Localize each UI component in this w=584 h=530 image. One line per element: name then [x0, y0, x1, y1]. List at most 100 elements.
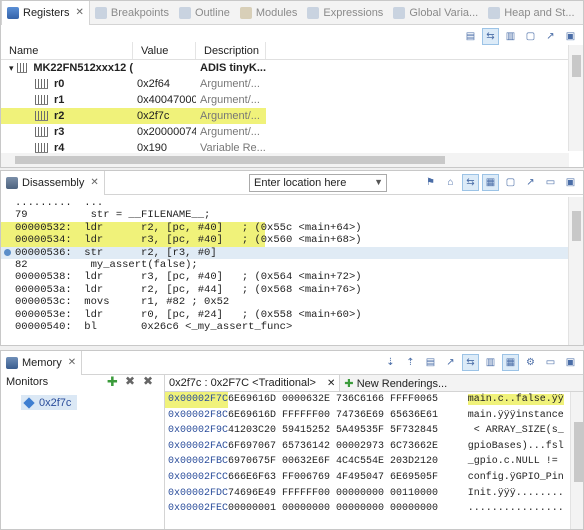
memory-row: 0x00002FBC 6970675F 00632E6F 4C4C554E 20… [168, 456, 564, 468]
tab-registers[interactable]: Registers ✕ [1, 1, 90, 25]
add-icon: ✚ [344, 378, 354, 390]
remove-all-icon[interactable]: ✖ [143, 374, 153, 388]
source-line: 82 my_assert(false); [15, 258, 198, 271]
monitors-pane: Monitors ✚ ✖ ✖ 0x2f7c [1, 374, 163, 529]
columns-icon[interactable]: ▥ [502, 28, 519, 45]
new-tab-icon[interactable]: ▤ [422, 354, 439, 371]
memory-vscrollbar[interactable] [570, 392, 583, 529]
global-variables-icon [393, 6, 406, 19]
scroll-thumb[interactable] [572, 55, 581, 77]
new-view-icon[interactable]: ▢ [502, 174, 519, 191]
memory-toolbar: ⇣ ⇡ ▤ ↗ ⇆ ▥ ▦ ⚙ ▭ ▣ [382, 354, 579, 371]
tab-rendering-traditional[interactable]: 0x2f7c : 0x2F7C <Traditional> ✕ [165, 375, 341, 391]
new-view-icon[interactable]: ▢ [522, 28, 539, 45]
disassembly-vscrollbar[interactable] [568, 197, 583, 345]
chevron-down-icon[interactable]: ▼ [374, 177, 383, 187]
register-row-root[interactable]: ▾ MK22FN512xxx12 ( ADIS tinyK... [1, 60, 583, 76]
tab-global-variables[interactable]: Global Varia... [388, 1, 483, 25]
link-icon[interactable]: ⚑ [422, 174, 439, 191]
modules-icon [239, 6, 252, 19]
close-icon[interactable]: ✕ [327, 378, 335, 389]
collapse-chevron-icon[interactable]: ▾ [9, 63, 14, 74]
minimize-icon[interactable]: ▭ [542, 174, 559, 191]
memory-grid[interactable]: 0x00002F7C 6E69616D 0000632E 736C6166 FF… [165, 392, 569, 517]
tab-expressions[interactable]: Expressions [302, 1, 388, 25]
expressions-icon [307, 6, 320, 19]
scroll-thumb[interactable] [574, 422, 583, 482]
close-icon[interactable]: ✕ [68, 357, 76, 368]
maximize-icon[interactable]: ▣ [562, 174, 579, 191]
current-instruction-line: 00000536: str r2, [r3, #0] [1, 246, 569, 259]
register-icon [35, 79, 48, 89]
disassembly-line: 00000540: bl 0x26c6 <_my_assert_func> [15, 320, 293, 333]
memory-row: 0x00002F9C 41203C20 59415252 5A49535F 5F… [168, 425, 564, 437]
disassembly-line: 0000053c: movs r1, #82 ; 0x52 [15, 296, 230, 309]
disassembly-toolbar: ⚑ ⌂ ⇆ ▦ ▢ ↗ ▭ ▣ [422, 174, 579, 191]
outline-icon [178, 6, 191, 19]
register-row-r0[interactable]: r0 0x2f64 Argument/... [1, 76, 583, 92]
monitors-label: Monitors [6, 376, 49, 388]
registers-tabbar: Registers ✕ Breakpoints Outline Modules … [1, 1, 583, 25]
registers-toolbar: ▤ ⇆ ▥ ▢ ↗ ▣ [462, 28, 579, 45]
pin-icon[interactable]: ↗ [522, 174, 539, 191]
tab-memory[interactable]: Memory ✕ [1, 351, 83, 375]
register-row-r3[interactable]: r3 0x20000074 Argument/... [1, 124, 583, 140]
register-row-r2[interactable]: r2 0x2f7c Argument/... [1, 108, 266, 124]
tab-heap-stack[interactable]: Heap and St... [483, 1, 579, 25]
tab-outline[interactable]: Outline [174, 1, 235, 25]
tab-new-renderings[interactable]: ✚ New Renderings... [340, 375, 451, 391]
menu-icon[interactable]: ⚙ [522, 354, 539, 371]
disassembly-line: 0000053a: ldr r2, [pc, #44] ; (0x568 <ma… [15, 283, 362, 296]
tab-modules[interactable]: Modules [235, 1, 303, 25]
registers-hscrollbar[interactable] [1, 153, 569, 167]
renderings-tabbar: 0x2f7c : 0x2F7C <Traditional> ✕ ✚ New Re… [165, 375, 583, 392]
link-icon[interactable]: ⇆ [462, 354, 479, 371]
disassembly-line: 00000538: ldr r3, [pc, #40] ; (0x564 <ma… [15, 271, 362, 284]
maximize-icon[interactable]: ▣ [562, 28, 579, 45]
maximize-icon[interactable]: ▣ [562, 354, 579, 371]
scroll-thumb[interactable] [572, 211, 581, 241]
pin-icon[interactable]: ↗ [442, 354, 459, 371]
column-value[interactable]: Value [133, 42, 196, 59]
register-group-icon [16, 63, 28, 73]
collapse-icon[interactable]: ▤ [462, 28, 479, 45]
memory-row: 0x00002FAC 6F697067 65736142 00002973 6C… [168, 440, 564, 452]
memory-row: 0x00002FDC 74696E49 FFFFFF00 00000000 00… [168, 487, 564, 499]
toggle-split-icon[interactable]: ▦ [502, 354, 519, 371]
renderings-pane: 0x2f7c : 0x2F7C <Traditional> ✕ ✚ New Re… [164, 375, 583, 529]
column-name[interactable]: Name [1, 42, 133, 59]
import-icon[interactable]: ⇣ [382, 354, 399, 371]
register-icon [35, 127, 48, 137]
close-icon[interactable]: ✕ [90, 177, 98, 188]
scroll-thumb[interactable] [15, 156, 445, 164]
disassembly-line: ......... ... [15, 197, 104, 209]
pin-icon[interactable]: ↗ [542, 28, 559, 45]
registers-icon [7, 6, 19, 19]
source-line: 79 str = __FILENAME__; [15, 209, 211, 222]
minimize-icon[interactable]: ▭ [542, 354, 559, 371]
columns-icon[interactable]: ▥ [482, 354, 499, 371]
registers-panel: Registers ✕ Breakpoints Outline Modules … [0, 0, 584, 168]
location-input[interactable]: Enter location here ▼ [249, 174, 387, 192]
export-icon[interactable]: ⇡ [402, 354, 419, 371]
registers-vscrollbar[interactable] [568, 45, 583, 151]
tab-breakpoints[interactable]: Breakpoints [90, 1, 174, 25]
disassembly-code[interactable]: ......... ... 79 str = __FILENAME__; 000… [1, 197, 569, 333]
disassembly-line: 0000053e: ldr r0, [pc, #24] ; (0x558 <ma… [15, 308, 362, 321]
memory-panel: Memory ✕ ⇣ ⇡ ▤ ↗ ⇆ ▥ ▦ ⚙ ▭ ▣ Monitors ✚ … [0, 350, 584, 530]
close-icon[interactable]: ✕ [75, 7, 83, 18]
disassembly-line: 00000534: ldr r3, [pc, #40] ; (0x560 <ma… [1, 234, 362, 247]
disassembly-icon [6, 176, 18, 189]
source-icon[interactable]: ▦ [482, 174, 499, 191]
monitor-item[interactable]: 0x2f7c [21, 395, 77, 410]
column-description[interactable]: Description [196, 42, 266, 59]
add-monitor-icon[interactable]: ✚ [107, 374, 118, 390]
memory-row: 0x00002FEC 00000001 00000000 00000000 00… [168, 503, 564, 515]
register-row-r1[interactable]: r1 0x40047000 Argument/... [1, 92, 583, 108]
sync-icon[interactable]: ⇆ [462, 174, 479, 191]
tab-disassembly[interactable]: Disassembly ✕ [1, 171, 105, 195]
memory-row: 0x00002F8C 6E69616D FFFFFF00 74736E69 65… [168, 409, 564, 421]
home-icon[interactable]: ⌂ [442, 174, 459, 191]
layout-icon[interactable]: ⇆ [482, 28, 499, 45]
remove-monitor-icon[interactable]: ✖ [125, 374, 135, 388]
